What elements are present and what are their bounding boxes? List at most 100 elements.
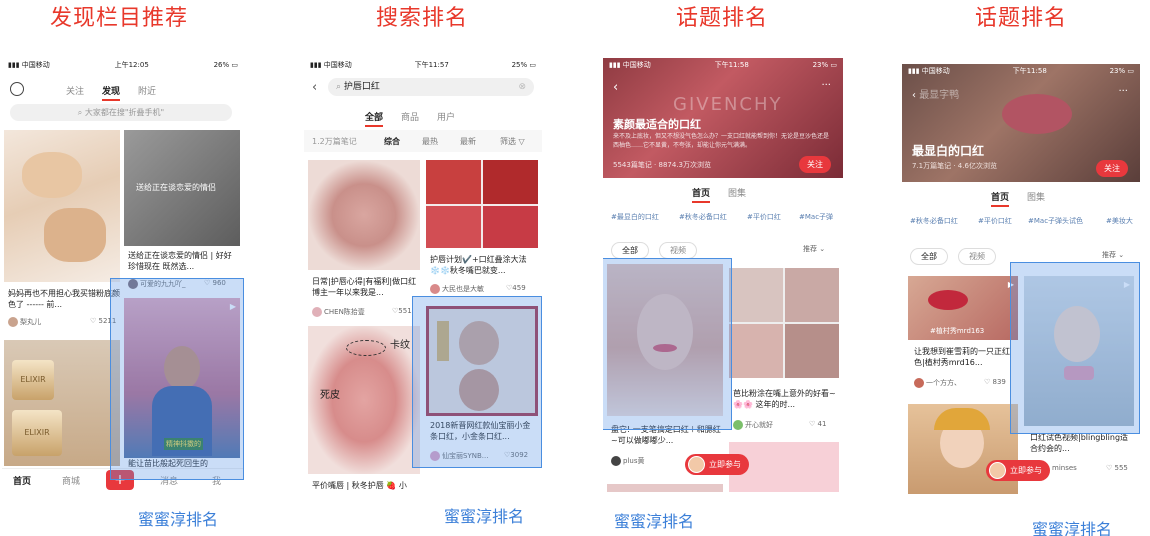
- back-icon[interactable]: ‹: [613, 80, 618, 95]
- join-topic-button[interactable]: 立即参与: [685, 454, 749, 475]
- more-icon[interactable]: ···: [821, 80, 831, 91]
- grid-photo: [729, 324, 783, 378]
- topic-tag[interactable]: #最显白的口红: [611, 212, 659, 222]
- note-title[interactable]: 妈妈再也不用担心我买错粉底颜色了 ------ 前...: [8, 288, 120, 310]
- battery-icon: ▭: [1127, 67, 1134, 75]
- sort-hot[interactable]: 最热: [422, 136, 438, 147]
- note-image-foundation[interactable]: [4, 130, 120, 282]
- follow-button[interactable]: 关注: [1096, 160, 1128, 177]
- like-count[interactable]: ♡ 41: [809, 420, 826, 428]
- sort-label: 推荐: [1102, 251, 1116, 259]
- tab-home[interactable]: 首页: [991, 190, 1010, 207]
- note-image-lips-annotated[interactable]: 卡纹 死皮: [308, 326, 420, 474]
- user-name: minses: [1052, 464, 1077, 472]
- search-query: 护唇口红: [343, 82, 380, 92]
- heart-icon: ♡: [90, 317, 97, 325]
- note-image-lips[interactable]: [308, 160, 420, 270]
- topic-tag[interactable]: #秋冬必备口红: [679, 212, 727, 222]
- filter-video[interactable]: 视频: [659, 242, 697, 259]
- topic-description: 来不及上底妆，但又不想没气色怎么办？一支口红就能帮到你！无论是豆沙色还是西柚色……: [613, 133, 830, 149]
- filter-button[interactable]: 筛选 ▽: [500, 136, 525, 147]
- search-icon: ⌕: [336, 82, 342, 92]
- sort-recommend[interactable]: 推荐 ⌄: [1102, 250, 1124, 260]
- topic-tag[interactable]: #Mac子弹头试色: [1028, 216, 1083, 226]
- nav-home[interactable]: 首页: [13, 474, 31, 487]
- back-button[interactable]: ‹ 最显字鸭: [912, 86, 959, 101]
- panel-title-topic-2: 话题排名: [975, 6, 1068, 31]
- note-image-bottom[interactable]: [607, 484, 723, 492]
- battery-level: 25%: [511, 61, 528, 69]
- back-icon: ‹: [912, 90, 916, 101]
- tab-products[interactable]: 商品: [401, 110, 419, 127]
- join-topic-button[interactable]: 立即参与: [986, 460, 1050, 481]
- annotation-text: 死皮: [320, 390, 340, 401]
- header-lips: [1002, 94, 1072, 134]
- search-icon: ⌕: [77, 108, 83, 117]
- tab-all[interactable]: 全部: [365, 110, 384, 127]
- like-count[interactable]: ♡ 839: [984, 378, 1006, 386]
- battery-icon: ▭: [830, 61, 837, 69]
- tab-nearby[interactable]: 附近: [138, 84, 156, 101]
- likes-value: 459: [512, 284, 526, 292]
- clear-icon[interactable]: ⊗: [518, 78, 526, 96]
- tab-home[interactable]: 首页: [692, 186, 711, 203]
- back-icon[interactable]: ‹: [312, 80, 317, 95]
- note-image-elixir[interactable]: ELIXIR ELIXIR: [4, 340, 120, 466]
- nav-mall[interactable]: 商城: [62, 474, 80, 487]
- more-icon[interactable]: ···: [1118, 86, 1128, 97]
- phone-topic-2: ▮▮▮ 中国移动 下午11:58 23% ▭ ‹ 最显字鸭 ··· 最显白的口红…: [902, 64, 1140, 494]
- phone-topic-1: ▮▮▮ 中国移动 下午11:58 23% ▭ ‹ ··· GIVENCHY 素颜…: [603, 58, 843, 492]
- note-title[interactable]: 平价嘴唇 | 秋冬护唇 🍓 小: [312, 480, 420, 490]
- like-count[interactable]: ♡551: [392, 307, 412, 315]
- battery-level: 23%: [812, 61, 829, 69]
- filter-all[interactable]: 全部: [611, 242, 649, 259]
- grid-photo: [729, 268, 783, 322]
- clock: 上午12:05: [114, 61, 149, 69]
- topic-tag[interactable]: #平价口红: [747, 212, 781, 222]
- sort-composite[interactable]: 综合: [384, 136, 400, 147]
- tab-album[interactable]: 图集: [1027, 190, 1045, 207]
- annotation-circle: [346, 340, 386, 356]
- note-title[interactable]: 芭比粉涂在嘴上意外的好看~ 🌸🌸 这年的时...: [733, 388, 839, 410]
- topic-tag[interactable]: #平价口红: [978, 216, 1012, 226]
- user-name: 大民也是大敏: [442, 285, 484, 293]
- avatar: [8, 317, 18, 327]
- tab-follow[interactable]: 关注: [66, 84, 84, 101]
- rank-label: 蜜蜜淳排名: [138, 510, 219, 529]
- nav-title: 最显字鸭: [919, 90, 960, 101]
- topic-tag[interactable]: #秋冬必备口红: [910, 216, 958, 226]
- avatar: [611, 456, 621, 466]
- follow-button[interactable]: 关注: [799, 156, 831, 173]
- note-title[interactable]: 护唇计划✔️+口红叠涂大法 ❄️❄️秋冬嘴巴就变...: [430, 254, 538, 276]
- filter-video[interactable]: 视频: [958, 248, 996, 265]
- note-image-lipstick-collage[interactable]: [729, 268, 839, 378]
- topic-tag[interactable]: #美妆大: [1106, 216, 1133, 226]
- foundation-swatch: [44, 208, 106, 262]
- note-title[interactable]: 让我想到崔雪莉的一只正红色|植村秀mrd16...: [914, 346, 1018, 368]
- topic-tag[interactable]: #Mac子弹: [799, 212, 833, 222]
- user-name: 梨丸儿: [20, 318, 41, 326]
- like-count[interactable]: ♡459: [506, 284, 526, 292]
- note-title[interactable]: 口红试色视频|blingbling适合约会的...: [1030, 432, 1134, 454]
- note-user: 开心就好: [733, 420, 773, 430]
- filter-all[interactable]: 全部: [910, 248, 948, 265]
- note-title[interactable]: 送给正在谈恋爱的情侣 | 好好珍惜现在 既然选...: [128, 250, 238, 272]
- chevron-down-icon: ⌄: [1118, 251, 1125, 259]
- tab-album[interactable]: 图集: [728, 186, 746, 203]
- note-image-video[interactable]: ▶ #植村秀mrd163: [908, 276, 1018, 340]
- search-input[interactable]: ⌕ 护唇口红 ⊗: [328, 78, 534, 96]
- status-bar: ▮▮▮ 中国移动 上午12:05 26% ▭: [2, 58, 244, 72]
- tab-users[interactable]: 用户: [437, 110, 455, 127]
- sort-recommend[interactable]: 推荐 ⌄: [803, 244, 825, 254]
- sort-new[interactable]: 最新: [460, 136, 476, 147]
- camera-icon[interactable]: [10, 82, 24, 96]
- search-bar[interactable]: ⌕ 大家都在搜"折叠手机": [10, 104, 232, 121]
- grid-photo: [483, 160, 538, 204]
- note-title[interactable]: 日常|护唇心得|有福利|做口红博主一年以来我是...: [312, 276, 420, 298]
- rank-highlight: [412, 296, 542, 468]
- like-count[interactable]: ♡ 555: [1106, 464, 1128, 472]
- note-image-lipstick-grid[interactable]: [426, 160, 538, 248]
- filter-label: 筛选: [500, 137, 516, 146]
- note-image-couple[interactable]: 送给正在谈恋爱的情侣: [124, 130, 240, 246]
- tab-discover[interactable]: 发现: [102, 84, 121, 101]
